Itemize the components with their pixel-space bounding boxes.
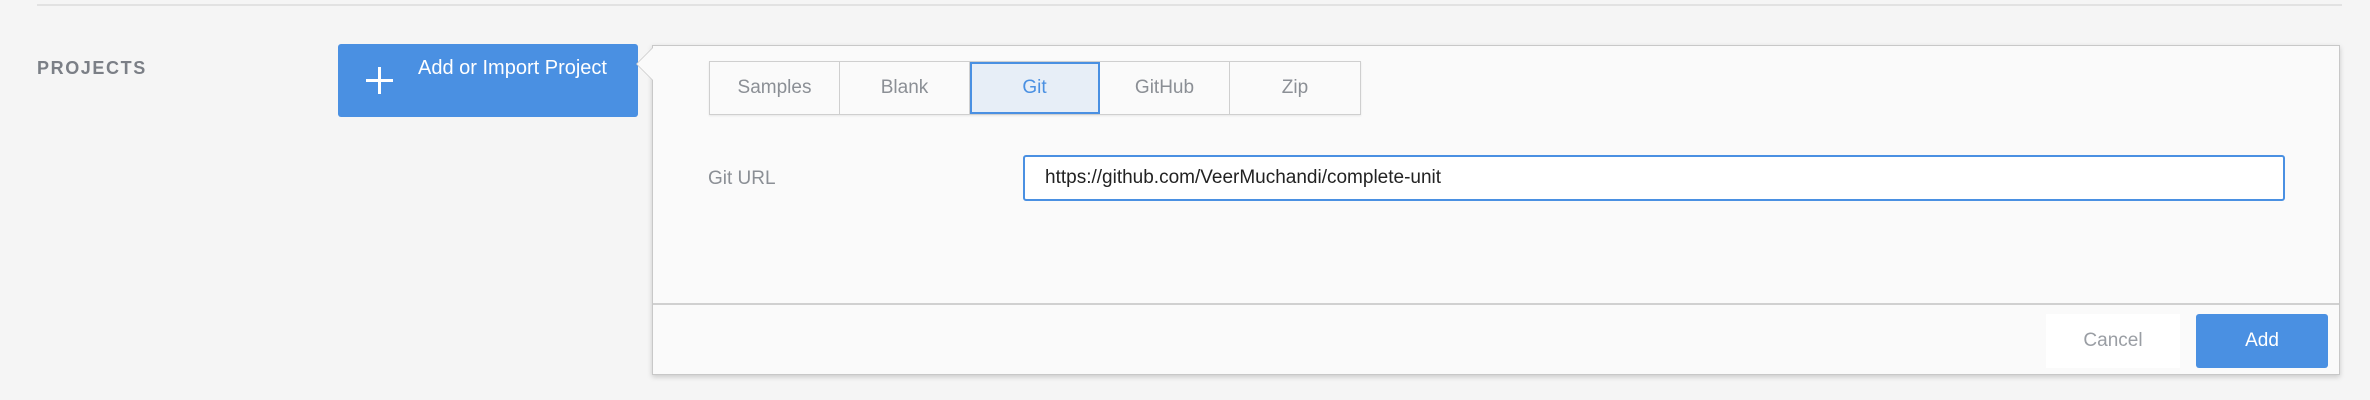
tab-samples[interactable]: Samples bbox=[710, 62, 840, 114]
projects-section-label: PROJECTS bbox=[37, 58, 147, 78]
top-divider bbox=[37, 4, 2342, 6]
add-or-import-project-button[interactable]: Add or Import Project bbox=[338, 44, 638, 117]
plus-icon bbox=[366, 67, 393, 94]
tab-zip[interactable]: Zip bbox=[1230, 62, 1360, 114]
import-project-panel: Samples Blank Git GitHub Zip Git URL Can… bbox=[637, 45, 2340, 375]
panel-footer-divider bbox=[653, 303, 2339, 305]
add-button[interactable]: Add bbox=[2196, 314, 2328, 368]
git-url-input[interactable] bbox=[1023, 155, 2285, 201]
projects-page: PROJECTS Add or Import Project Samples B… bbox=[0, 0, 2370, 400]
tab-git[interactable]: Git bbox=[970, 62, 1100, 114]
tab-blank[interactable]: Blank bbox=[840, 62, 970, 114]
git-url-label: Git URL bbox=[708, 168, 776, 189]
cancel-button[interactable]: Cancel bbox=[2046, 314, 2180, 368]
source-tabs: Samples Blank Git GitHub Zip bbox=[709, 61, 1361, 115]
add-or-import-project-label: Add or Import Project bbox=[418, 57, 607, 79]
panel-pointer-arrow bbox=[637, 48, 653, 80]
tab-github[interactable]: GitHub bbox=[1100, 62, 1230, 114]
